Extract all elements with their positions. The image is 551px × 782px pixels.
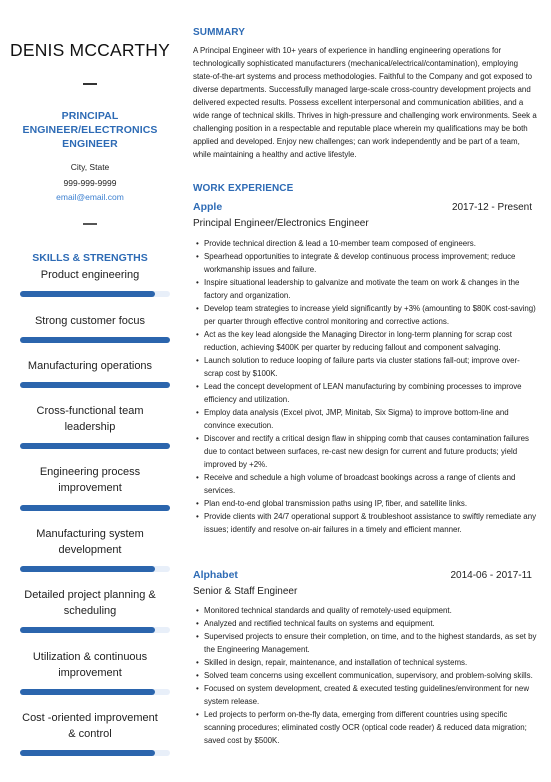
bullet-item: Focused on system development, created &… [193,682,538,708]
skill-item: Manufacturing operations [0,358,180,374]
skill-label: Cross-functional team leadership [36,405,144,433]
bullet-item: Plan end-to-end global transmission path… [193,497,538,510]
bullet-item: Act as the key lead alongside the Managi… [193,328,538,354]
skill-bar-fill [20,566,155,572]
bullet-item: Spearhead opportunities to integrate & d… [193,250,538,276]
bullet-item: Analyzed and rectified technical faults … [193,617,538,630]
skill-label: Detailed project planning & scheduling [24,589,156,617]
email-link[interactable]: email@email.com [0,192,180,202]
skill-label: Manufacturing operations [27,360,153,372]
job-dates: 2014-06 - 2017-11 [450,570,532,581]
candidate-name: DENIS MCCARTHY [10,40,170,60]
skill-bar [20,337,170,343]
company-name: Apple [193,201,223,213]
skill-item: Detailed project planning & scheduling [0,587,180,619]
skill-bar [20,382,170,388]
summary-heading: SUMMARY [193,27,245,38]
skill-bar [20,689,170,695]
skill-item: Utilization & continuous improvement [0,649,180,681]
skill-bar-fill [20,382,170,388]
skill-label: Strong customer focus [34,315,146,327]
skill-bar [20,505,170,511]
job-dates: 2017-12 - Present [451,202,532,213]
skill-label: Cost -oriented improvement & control [22,712,158,740]
phone: 999-999-9999 [63,178,117,188]
bullet-item: Solved team concerns using excellent com… [193,669,538,682]
skill-item: Product engineering [0,267,180,283]
skill-bar [20,627,170,633]
job-role: Principal Engineer/Electronics Engineer [193,218,369,229]
bullet-item: Inspire situational leadership to galvan… [193,276,538,302]
sidebar: DENIS MCCARTHY PRINCIPAL ENGINEER/ELECTR… [0,0,180,782]
skill-item: Cross-functional team leadership [0,403,180,435]
bullet-item: Provide clients with 24/7 operational su… [193,510,538,536]
skill-bar [20,291,170,297]
skill-label: Manufacturing system development [36,528,144,556]
skill-bar-fill [20,689,155,695]
job-role: Senior & Staff Engineer [193,586,298,597]
bullet-item: Develop team strategies to increase yiel… [193,302,538,328]
skill-bar-fill [20,505,170,511]
divider [83,83,97,85]
skill-bar-fill [20,750,155,756]
job-bullets: Provide technical direction & lead a 10-… [193,237,538,536]
bullet-item: Receive and schedule a high volume of br… [193,471,538,497]
skill-item: Strong customer focus [0,313,180,329]
skill-item: Cost -oriented improvement & control [0,710,180,742]
bullet-item: Monitored technical standards and qualit… [193,604,538,617]
bullet-item: Led projects to perform on-the-fly data,… [193,708,538,747]
skills-heading: SKILLS & STRENGTHS [32,252,148,264]
job-bullets: Monitored technical standards and qualit… [193,604,538,747]
candidate-title: PRINCIPAL ENGINEER/ELECTRONICS ENGINEER [22,110,158,150]
divider [83,223,97,225]
location: City, State [70,162,110,172]
bullet-item: Provide technical direction & lead a 10-… [193,237,538,250]
bullet-item: Skilled in design, repair, maintenance, … [193,656,538,669]
bullet-item: Launch solution to reduce looping of fai… [193,354,538,380]
bullet-item: Employ data analysis (Excel pivot, JMP, … [193,406,538,432]
skill-label: Engineering process improvement [39,466,141,494]
skill-bar [20,443,170,449]
company-name: Alphabet [193,569,238,581]
skill-label: Product engineering [40,269,140,281]
skill-bar-fill [20,291,155,297]
summary-text: A Principal Engineer with 10+ years of e… [193,46,537,159]
skill-label: Utilization & continuous improvement [32,651,148,679]
skill-bar-fill [20,627,155,633]
bullet-item: Discover and rectify a critical design f… [193,432,538,471]
skill-item: Engineering process improvement [0,464,180,496]
bullet-item: Supervised projects to ensure their comp… [193,630,538,656]
skill-bar-fill [20,337,170,343]
bullet-item: Lead the concept development of LEAN man… [193,380,538,406]
skill-bar [20,750,170,756]
skill-item: Manufacturing system development [0,526,180,558]
skill-bar-fill [20,443,170,449]
skill-bar [20,566,170,572]
experience-heading: WORK EXPERIENCE [193,183,294,194]
